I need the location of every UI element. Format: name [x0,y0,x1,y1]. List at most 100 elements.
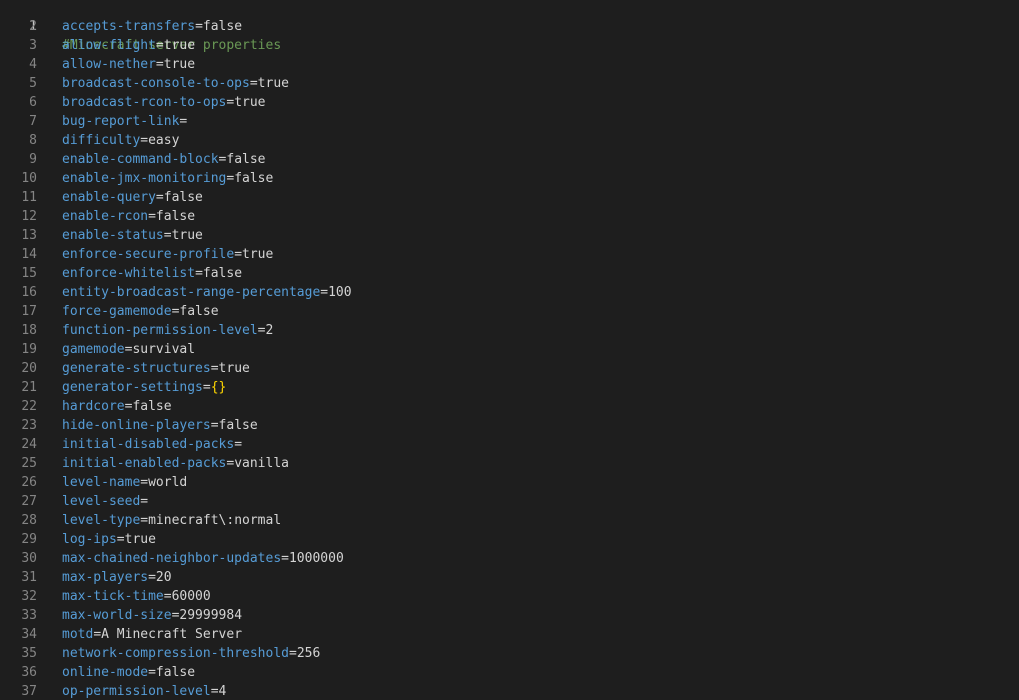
property-code: op-permission-level=4 [62,682,226,700]
line-number: 13 [21,228,37,243]
editor-line[interactable]: 20 generate-structures=true [0,359,1019,378]
property-value: true [124,532,156,547]
editor-line[interactable]: 1 #Minecraft server properties [0,0,1019,53]
editor-line[interactable]: 31 max-players=20 [0,568,1019,587]
property-value: 20 [155,570,172,585]
property-value: true [218,361,250,376]
editor-line[interactable]: 4 allow-nether=true [0,55,1019,74]
property-code: max-world-size=29999984 [62,606,242,625]
property-key: level-seed [62,494,141,509]
line-number: 4 [29,57,37,72]
property-value: true [163,38,196,53]
property-value: 2 [265,323,274,338]
editor-line[interactable]: 36 online-mode=false [0,663,1019,682]
property-value: minecraft\:normal [148,513,282,528]
editor-line[interactable]: 16 entity-broadcast-range-percentage=100 [0,283,1019,302]
property-key: max-tick-time [62,589,164,604]
editor-line[interactable]: 8 difficulty=easy [0,131,1019,150]
editor-line[interactable]: 13 enable-status=true [0,226,1019,245]
property-separator: = [140,513,149,528]
property-key: generate-structures [62,361,211,376]
editor-line[interactable]: 37 op-permission-level=4 [0,682,1019,700]
property-value: vanilla [234,456,289,471]
editor-line[interactable]: 32 max-tick-time=60000 [0,587,1019,606]
editor-line[interactable]: 29 log-ips=true [0,530,1019,549]
editor-line[interactable]: 17 force-gamemode=false [0,302,1019,321]
editor-line[interactable]: 24 initial-disabled-packs= [0,435,1019,454]
line-number: 14 [21,247,37,262]
property-separator: = [140,494,149,509]
editor-line[interactable]: 27 level-seed= [0,492,1019,511]
property-value: survival [132,342,196,357]
property-code: level-name=world [62,473,187,492]
editor-line[interactable]: 33 max-world-size=29999984 [0,606,1019,625]
property-key: enable-query [62,190,156,205]
line-number: 29 [21,532,37,547]
property-code: enforce-whitelist=false [62,264,242,283]
editor-line[interactable]: 34 motd=A Minecraft Server [0,625,1019,644]
property-value: easy [148,133,180,148]
editor-line[interactable]: 5 broadcast-console-to-ops=true [0,74,1019,93]
property-value: world [148,475,188,490]
line-number: 15 [21,266,37,281]
editor-line[interactable]: 9 enable-command-block=false [0,150,1019,169]
property-separator: = [140,133,149,148]
property-key: enforce-secure-profile [62,247,235,262]
line-number: 31 [21,570,37,585]
property-code: allow-nether=true [62,55,195,74]
line-number: 35 [21,646,37,661]
property-key: log-ips [62,532,117,547]
property-key: hide-online-players [62,418,211,433]
editor-line[interactable]: 7 bug-report-link= [0,112,1019,131]
property-separator: = [155,57,164,72]
editor-line[interactable]: 35 network-compression-threshold=256 [0,644,1019,663]
editor-line[interactable]: 11 enable-query=false [0,188,1019,207]
property-key: accepts-transfers [62,19,196,34]
property-key: allow-nether [62,57,156,72]
editor-lines[interactable]: 1 #Minecraft server properties 2 accepts-… [0,0,1019,700]
property-value: true [163,57,196,72]
property-key: enable-jmx-monitoring [62,171,227,186]
text-editor[interactable]: 1 #Minecraft server properties 2 accepts-… [0,0,1019,700]
property-key: max-chained-neighbor-updates [62,551,282,566]
property-code: max-players=20 [62,568,172,587]
editor-line[interactable]: 2 accepts-transfers=false [0,17,1019,36]
line-number: 28 [21,513,37,528]
property-separator: = [195,19,203,34]
property-key: max-world-size [62,608,172,623]
property-key: bug-report-link [62,114,180,129]
editor-line[interactable]: 3 allow-flight=true [0,36,1019,55]
editor-line[interactable]: 14 enforce-secure-profile=true [0,245,1019,264]
property-key: enable-rcon [62,209,149,224]
editor-line[interactable]: 28 level-type=minecraft\:normal [0,511,1019,530]
property-key: difficulty [62,133,141,148]
property-code: force-gamemode=false [62,302,219,321]
property-value: 4 [218,684,227,699]
property-key: broadcast-console-to-ops [62,76,250,91]
editor-line[interactable]: 21 generator-settings={} [0,378,1019,397]
line-number: 25 [21,456,37,471]
editor-line[interactable]: 10 enable-jmx-monitoring=false [0,169,1019,188]
property-separator: = [202,380,211,395]
editor-line[interactable]: 30 max-chained-neighbor-updates=1000000 [0,549,1019,568]
editor-line[interactable]: 26 level-name=world [0,473,1019,492]
editor-line[interactable]: 12 enable-rcon=false [0,207,1019,226]
property-code: entity-broadcast-range-percentage=100 [62,283,352,302]
property-separator: = [210,361,219,376]
property-key: max-players [62,570,149,585]
editor-line[interactable]: 15 enforce-whitelist=false [0,264,1019,283]
property-value: 60000 [171,589,211,604]
editor-line[interactable]: 22 hardcore=false [0,397,1019,416]
property-code: allow-flight=true [62,36,195,55]
line-number: 22 [21,399,37,414]
property-code: enable-command-block=false [62,150,266,169]
property-key: function-permission-level [62,323,258,338]
editor-line[interactable]: 23 hide-online-players=false [0,416,1019,435]
property-key: initial-enabled-packs [62,456,227,471]
editor-line[interactable]: 6 broadcast-rcon-to-ops=true [0,93,1019,112]
line-number: 18 [21,323,37,338]
editor-line[interactable]: 18 function-permission-level=2 [0,321,1019,340]
property-value: false [179,304,219,319]
editor-line[interactable]: 19 gamemode=survival [0,340,1019,359]
editor-line[interactable]: 25 initial-enabled-packs=vanilla [0,454,1019,473]
